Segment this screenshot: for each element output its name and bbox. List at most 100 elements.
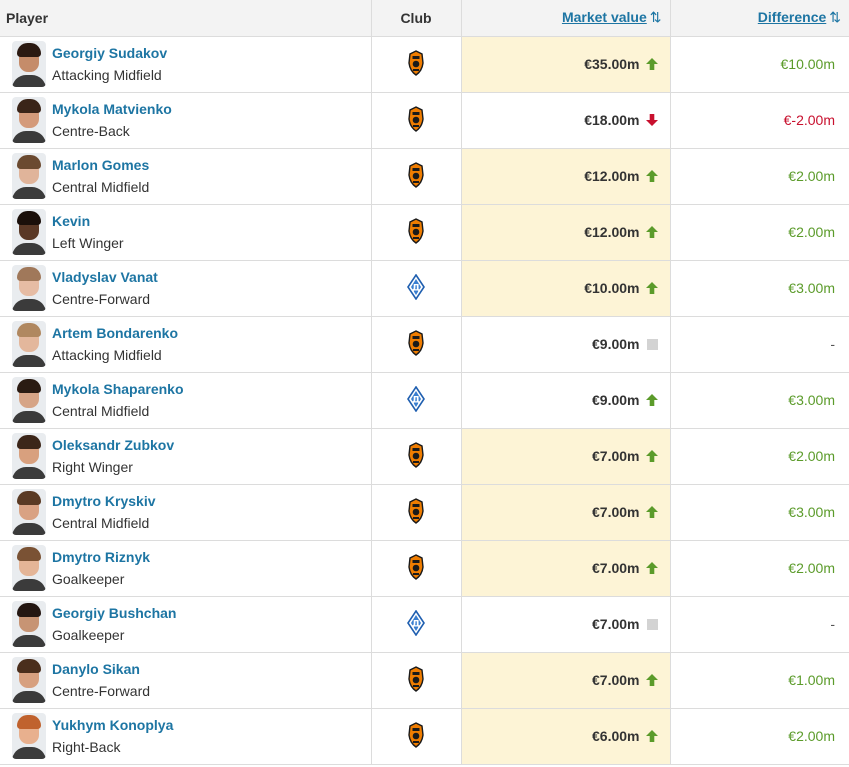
market-value: €12.00m <box>584 168 640 184</box>
player-name-link[interactable]: Oleksandr Zubkov <box>52 434 174 456</box>
difference-value: - <box>830 616 835 632</box>
table-row: Georgiy Bushchan Goalkeeper Д €7.00m - <box>0 596 849 653</box>
player-name-link[interactable]: Yukhym Konoplya <box>52 714 173 736</box>
table-header: Player Club Market value ⇅ Difference ⇅ <box>0 0 849 37</box>
market-value: €6.00m <box>592 728 640 744</box>
player-photo[interactable] <box>12 489 46 535</box>
table-row: Mykola Matvienko Centre-Back €18.00m €-2… <box>0 92 849 149</box>
player-name-link[interactable]: Dmytro Kryskiv <box>52 490 156 512</box>
market-value: €9.00m <box>592 392 640 408</box>
svg-text:Д: Д <box>412 283 420 293</box>
dynamo-kyiv-crest-icon[interactable]: Д <box>407 609 425 639</box>
difference-value: €3.00m <box>788 280 835 296</box>
player-cell: Danylo Sikan Centre-Forward <box>0 652 372 709</box>
player-photo[interactable] <box>12 153 46 199</box>
difference-value: €10.00m <box>780 56 835 72</box>
player-photo[interactable] <box>12 265 46 311</box>
difference-value: €2.00m <box>788 224 835 240</box>
arrow-up-icon <box>645 450 658 462</box>
shakhtar-donetsk-crest-icon[interactable] <box>407 721 425 751</box>
player-position: Attacking Midfield <box>52 67 162 83</box>
table-row: Kevin Left Winger €12.00m €2.00m <box>0 204 849 261</box>
table-row: Oleksandr Zubkov Right Winger €7.00m €2.… <box>0 428 849 485</box>
dynamo-kyiv-crest-icon[interactable]: Д <box>407 385 425 415</box>
player-name-link[interactable]: Marlon Gomes <box>52 154 149 176</box>
difference-value: €2.00m <box>788 168 835 184</box>
shakhtar-donetsk-crest-icon[interactable] <box>407 49 425 79</box>
player-photo[interactable] <box>12 713 46 759</box>
shakhtar-donetsk-crest-icon[interactable] <box>407 161 425 191</box>
shakhtar-donetsk-crest-icon[interactable] <box>407 665 425 695</box>
player-cell: Mykola Matvienko Centre-Back <box>0 92 372 149</box>
player-position: Central Midfield <box>52 515 150 531</box>
player-cell: Oleksandr Zubkov Right Winger <box>0 428 372 485</box>
table-row: Mykola Shaparenko Central Midfield Д €9.… <box>0 372 849 429</box>
player-cell: Vladyslav Vanat Centre-Forward <box>0 260 372 317</box>
market-value: €9.00m <box>592 336 640 352</box>
player-name-link[interactable]: Kevin <box>52 210 124 232</box>
market-value: €7.00m <box>592 672 640 688</box>
player-photo[interactable] <box>12 657 46 703</box>
sort-by-market-value-link[interactable]: Market value <box>562 9 647 25</box>
market-value-cell: €12.00m <box>461 148 671 205</box>
arrow-up-icon <box>645 562 658 574</box>
player-photo[interactable] <box>12 97 46 143</box>
market-value: €35.00m <box>584 56 640 72</box>
difference-cell: €3.00m <box>670 372 849 429</box>
player-photo[interactable] <box>12 377 46 423</box>
table-body: Georgiy Sudakov Attacking Midfield €35.0… <box>0 36 849 765</box>
table-row: Artem Bondarenko Attacking Midfield €9.0… <box>0 316 849 373</box>
shakhtar-donetsk-crest-icon[interactable] <box>407 441 425 471</box>
sort-arrows-icon[interactable]: ⇅ <box>650 9 662 25</box>
difference-value: €2.00m <box>788 448 835 464</box>
club-cell: Д <box>371 372 462 429</box>
player-name-link[interactable]: Artem Bondarenko <box>52 322 178 344</box>
player-name-link[interactable]: Dmytro Riznyk <box>52 546 150 568</box>
market-value-cell: €7.00m <box>461 652 671 709</box>
player-cell: Georgiy Bushchan Goalkeeper <box>0 596 372 653</box>
player-cell: Dmytro Riznyk Goalkeeper <box>0 540 372 597</box>
arrow-up-icon <box>645 730 658 742</box>
shakhtar-donetsk-crest-icon[interactable] <box>407 329 425 359</box>
market-value-cell: €7.00m <box>461 428 671 485</box>
column-header-difference[interactable]: Difference ⇅ <box>670 0 849 37</box>
difference-cell: - <box>670 596 849 653</box>
market-value-cell: €9.00m <box>461 372 671 429</box>
player-name-link[interactable]: Mykola Shaparenko <box>52 378 184 400</box>
dynamo-kyiv-crest-icon[interactable]: Д <box>407 273 425 303</box>
player-photo[interactable] <box>12 41 46 87</box>
player-cell: Artem Bondarenko Attacking Midfield <box>0 316 372 373</box>
difference-cell: €2.00m <box>670 204 849 261</box>
difference-value: €-2.00m <box>783 112 835 128</box>
column-header-player: Player <box>0 0 372 37</box>
player-photo[interactable] <box>12 545 46 591</box>
player-position: Centre-Back <box>52 123 130 139</box>
player-photo[interactable] <box>12 601 46 647</box>
arrow-up-icon <box>645 506 658 518</box>
column-header-market-value[interactable]: Market value ⇅ <box>461 0 671 37</box>
shakhtar-donetsk-crest-icon[interactable] <box>407 497 425 527</box>
player-position: Central Midfield <box>52 403 150 419</box>
shakhtar-donetsk-crest-icon[interactable] <box>407 553 425 583</box>
player-name-link[interactable]: Vladyslav Vanat <box>52 266 158 288</box>
player-photo[interactable] <box>12 209 46 255</box>
sort-arrows-icon[interactable]: ⇅ <box>829 9 841 25</box>
player-position: Centre-Forward <box>52 683 151 699</box>
player-name-link[interactable]: Danylo Sikan <box>52 658 150 680</box>
difference-value: €2.00m <box>788 728 835 744</box>
player-position: Right-Back <box>52 739 121 755</box>
player-position: Right Winger <box>52 459 133 475</box>
shakhtar-donetsk-crest-icon[interactable] <box>407 105 425 135</box>
player-name-link[interactable]: Georgiy Sudakov <box>52 42 167 64</box>
player-name-link[interactable]: Mykola Matvienko <box>52 98 172 120</box>
difference-cell: €2.00m <box>670 540 849 597</box>
shakhtar-donetsk-crest-icon[interactable] <box>407 217 425 247</box>
player-name-link[interactable]: Georgiy Bushchan <box>52 602 176 624</box>
sort-by-difference-link[interactable]: Difference <box>758 9 826 25</box>
market-value: €7.00m <box>592 560 640 576</box>
market-value-cell: €12.00m <box>461 204 671 261</box>
club-cell: Д <box>371 596 462 653</box>
difference-value: €3.00m <box>788 504 835 520</box>
player-photo[interactable] <box>12 321 46 367</box>
player-photo[interactable] <box>12 433 46 479</box>
